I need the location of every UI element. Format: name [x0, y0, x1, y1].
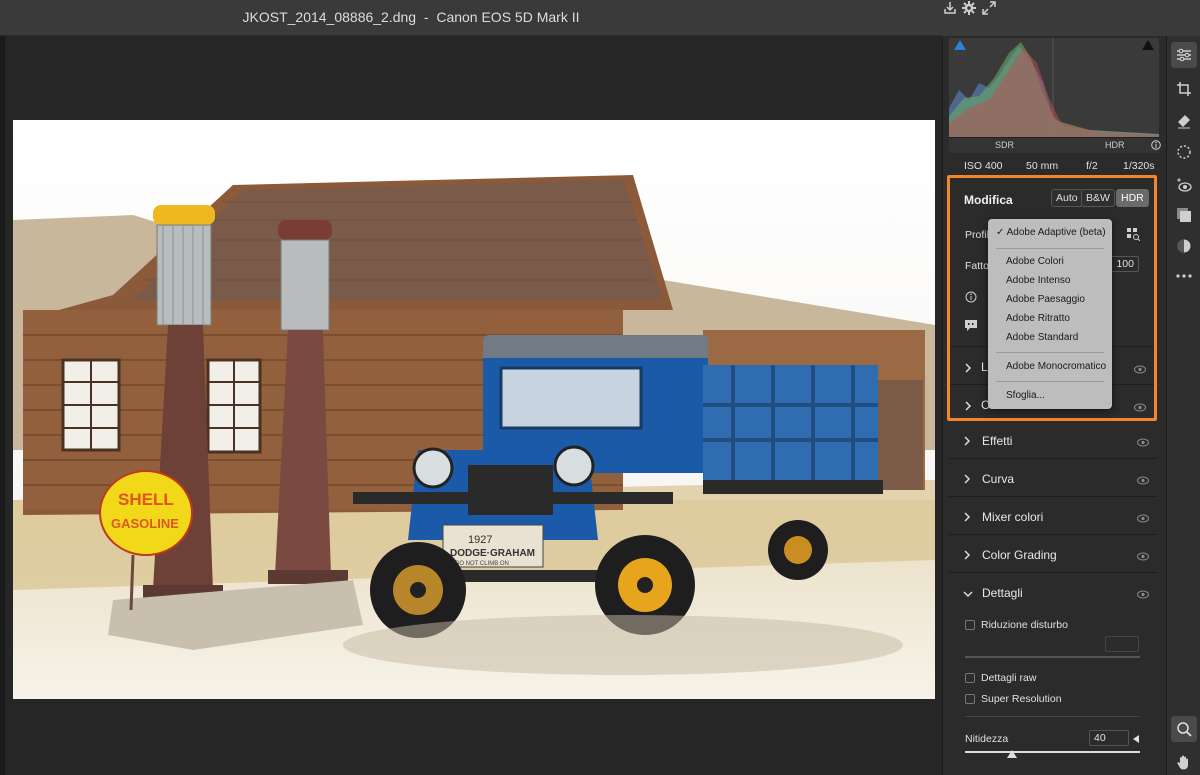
- image-canvas[interactable]: SHELL GASOLINE 1927 DODGE·GRAHAM DO NOT …: [0, 36, 942, 775]
- hand-icon[interactable]: [1175, 753, 1193, 771]
- edit-sliders-icon[interactable]: [1171, 42, 1197, 68]
- sharpening-label: Nitidezza: [965, 733, 1009, 745]
- light-eye-icon[interactable]: [1134, 363, 1146, 374]
- camera-name: Canon EOS 5D Mark II: [436, 9, 580, 25]
- super-resolution-label: Super Resolution: [981, 693, 1062, 705]
- details-divider: [965, 716, 1140, 717]
- menu-item-vivid[interactable]: Adobe Intenso: [1006, 275, 1071, 286]
- section-color-grading[interactable]: Color Grading: [949, 537, 1157, 573]
- edit-title: Modifica: [964, 193, 1013, 207]
- title-bar: JKOST_2014_08886_2.dng - Canon EOS 5D Ma…: [0, 0, 942, 36]
- presets-icon[interactable]: [1175, 206, 1193, 224]
- super-resolution-checkbox[interactable]: [965, 694, 975, 704]
- panel-bottom-fade: [943, 766, 1167, 775]
- chevron-right-icon: [963, 435, 973, 446]
- menu-item-portrait[interactable]: Adobe Ritratto: [1006, 313, 1070, 324]
- zoom-icon[interactable]: [1171, 716, 1197, 742]
- noise-amount-input[interactable]: [1105, 636, 1139, 652]
- auto-button[interactable]: Auto: [1051, 189, 1083, 207]
- menu-item-adaptive[interactable]: ✓ Adobe Adaptive (beta): [996, 227, 1106, 238]
- menu-item-colors[interactable]: Adobe Colori: [1006, 256, 1064, 267]
- info-icon[interactable]: [1151, 139, 1161, 150]
- section-label: Effetti: [982, 434, 1013, 448]
- profile-dropdown-menu[interactable]: ✓ Adobe Adaptive (beta) Adobe Colori Ado…: [988, 219, 1112, 409]
- exif-info: ISO 400 50 mm f/2 1/320s: [943, 156, 1167, 176]
- section-curve[interactable]: Curva: [949, 461, 1157, 497]
- top-right-toolbar: [942, 0, 1200, 36]
- eye-icon[interactable]: [1137, 436, 1149, 447]
- gear-icon[interactable]: [961, 1, 980, 19]
- menu-separator: [996, 248, 1104, 249]
- svg-text:DODGE·GRAHAM: DODGE·GRAHAM: [450, 548, 535, 559]
- noise-reduction-label: Riduzione disturbo: [981, 619, 1068, 631]
- noise-reduction-checkbox[interactable]: [965, 620, 975, 630]
- menu-item-browse[interactable]: Sfoglia...: [1006, 390, 1045, 401]
- photo-preview[interactable]: SHELL GASOLINE 1927 DODGE·GRAHAM DO NOT …: [13, 120, 935, 699]
- hdr-button[interactable]: HDR: [1116, 189, 1149, 207]
- section-color-mixer[interactable]: Mixer colori: [949, 499, 1157, 535]
- exif-shutter: 1/320s: [1123, 160, 1155, 172]
- info-circle-icon: [965, 291, 977, 303]
- color-chevron-icon[interactable]: [964, 400, 972, 411]
- section-effects[interactable]: Effetti: [949, 423, 1157, 459]
- sharpening-input[interactable]: 40: [1089, 730, 1129, 746]
- red-eye-icon[interactable]: [1175, 176, 1193, 194]
- light-chevron-icon[interactable]: [964, 362, 972, 373]
- file-name: JKOST_2014_08886_2.dng: [242, 9, 417, 25]
- snapshots-icon[interactable]: [1175, 237, 1193, 255]
- eye-icon[interactable]: [1137, 588, 1149, 599]
- section-details[interactable]: Dettagli: [949, 575, 1157, 611]
- hdr-label: HDR: [1105, 140, 1125, 150]
- crop-icon[interactable]: [1175, 80, 1193, 98]
- sdr-label: SDR: [995, 140, 1015, 150]
- menu-separator: [996, 352, 1104, 353]
- eye-icon[interactable]: [1137, 550, 1149, 561]
- eye-icon[interactable]: [1137, 474, 1149, 485]
- bw-button[interactable]: B&W: [1081, 189, 1115, 207]
- section-label: Curva: [982, 472, 1015, 486]
- title-separator: -: [423, 9, 429, 25]
- menu-item-landscape[interactable]: Adobe Paesaggio: [1006, 294, 1085, 305]
- menu-separator: [996, 381, 1104, 382]
- histogram: [949, 38, 1159, 138]
- canvas-edge: [0, 36, 5, 775]
- section-label: Mixer colori: [982, 510, 1044, 524]
- eye-icon[interactable]: [1137, 512, 1149, 523]
- menu-item-standard[interactable]: Adobe Standard: [1006, 332, 1078, 343]
- noise-slider[interactable]: [965, 656, 1140, 658]
- document-title: JKOST_2014_08886_2.dng - Canon EOS 5D Ma…: [0, 9, 942, 25]
- triangle-left-icon[interactable]: [1132, 733, 1140, 743]
- exif-focal: 50 mm: [1026, 160, 1059, 172]
- mask-icon[interactable]: [1175, 143, 1193, 161]
- section-label: Color Grading: [982, 548, 1057, 562]
- svg-text:1927: 1927: [468, 534, 492, 546]
- menu-item-label: Adobe Adaptive (beta): [1006, 227, 1106, 238]
- chevron-right-icon: [963, 511, 973, 522]
- chevron-right-icon: [963, 549, 973, 560]
- tool-strip: [1166, 36, 1200, 775]
- sharpening-slider-thumb[interactable]: [1007, 747, 1018, 758]
- chevron-right-icon: [963, 473, 973, 484]
- exif-iso: ISO 400: [964, 160, 1003, 172]
- eraser-icon[interactable]: [1175, 112, 1193, 130]
- more-options-icon[interactable]: [1175, 267, 1193, 285]
- raw-details-checkbox[interactable]: [965, 673, 975, 683]
- export-icon[interactable]: [942, 2, 961, 19]
- histogram-footer: [949, 137, 1159, 153]
- expand-icon[interactable]: [981, 1, 997, 19]
- chevron-down-icon: [963, 587, 973, 598]
- menu-item-monochrome[interactable]: Adobe Monocromatico: [1006, 361, 1106, 372]
- browse-profiles-icon[interactable]: [1127, 228, 1141, 242]
- sharpening-slider[interactable]: [965, 751, 1140, 753]
- svg-text:GASOLINE: GASOLINE: [111, 516, 179, 531]
- svg-text:DO NOT CLIMB ON: DO NOT CLIMB ON: [455, 561, 509, 567]
- svg-text:SHELL: SHELL: [118, 490, 174, 509]
- color-eye-icon[interactable]: [1134, 401, 1146, 412]
- feedback-icon[interactable]: [964, 319, 978, 331]
- raw-details-label: Dettagli raw: [981, 672, 1037, 684]
- section-label: Dettagli: [982, 586, 1023, 600]
- exif-aperture: f/2: [1086, 160, 1098, 172]
